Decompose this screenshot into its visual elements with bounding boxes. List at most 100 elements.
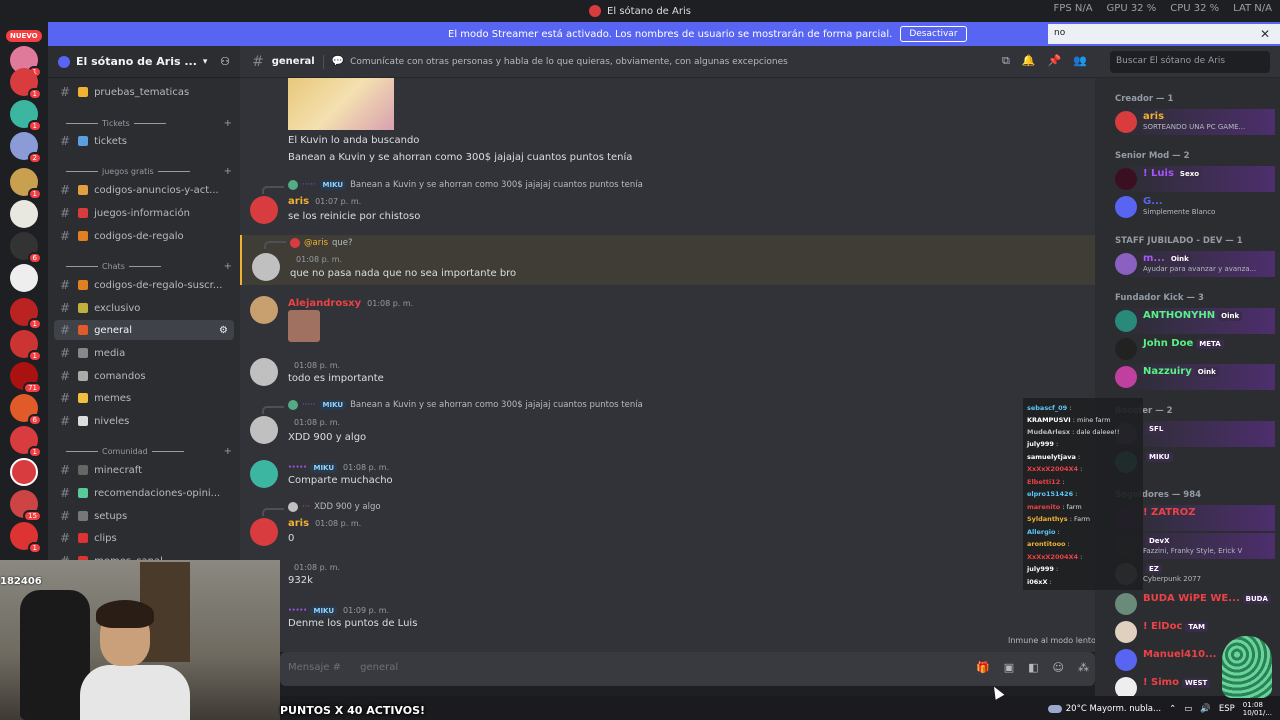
avatar[interactable] bbox=[250, 518, 278, 546]
message-author[interactable]: ····· MIKU 01:08 p. m. bbox=[288, 462, 389, 473]
invite-icon[interactable]: ⚇ bbox=[220, 55, 230, 68]
overlay-input[interactable]: no bbox=[1048, 24, 1280, 44]
volume-icon[interactable]: 🔊 bbox=[1200, 704, 1211, 714]
server-icon[interactable]: 1 bbox=[10, 168, 42, 200]
gpu-readout: GPU 32 % bbox=[1106, 3, 1157, 14]
role-category: Senior Mod — 2 bbox=[1115, 151, 1190, 161]
language-indicator[interactable]: ESP bbox=[1219, 704, 1235, 714]
server-icon[interactable]: 6 bbox=[10, 394, 42, 426]
window-title: El sótano de Aris bbox=[607, 5, 691, 17]
member-item[interactable]: m... Oink Ayudar para avanzar y avanza... bbox=[1115, 251, 1275, 277]
avatar[interactable] bbox=[250, 196, 278, 224]
image-attachment[interactable] bbox=[288, 78, 394, 130]
message-reply[interactable]: @aris que? bbox=[290, 238, 353, 248]
members-icon[interactable]: 👥 bbox=[1073, 54, 1087, 68]
server-icon[interactable]: 1 bbox=[10, 298, 42, 330]
channel-item-clips[interactable]: # clips bbox=[54, 528, 234, 548]
server-icon[interactable]: 71 bbox=[10, 362, 42, 394]
clock[interactable]: 01:08 10/01/... bbox=[1243, 701, 1272, 717]
avatar[interactable] bbox=[252, 253, 280, 281]
weather-widget[interactable]: 20°C Mayorm. nubla... bbox=[1047, 704, 1161, 714]
category-comunidad[interactable]: Comunidad + bbox=[62, 444, 232, 458]
message-author[interactable]: 01:08 p. m. bbox=[288, 562, 340, 573]
image-attachment[interactable] bbox=[288, 310, 320, 342]
close-icon[interactable]: ✕ bbox=[1260, 27, 1270, 41]
server-icon[interactable]: 1 bbox=[10, 330, 42, 362]
channel-header: # general 💬 Comunícate con otras persona… bbox=[240, 46, 1280, 78]
channel-item-recomendaciones[interactable]: # recomendaciones-opini... bbox=[54, 483, 234, 503]
server-icon-active[interactable] bbox=[10, 458, 38, 486]
channel-item-tickets[interactable]: # tickets bbox=[54, 131, 234, 151]
server-icon[interactable]: 15 bbox=[10, 490, 42, 522]
message-author[interactable]: 01:08 p. m. bbox=[288, 417, 340, 428]
server-icon[interactable]: 1 bbox=[10, 426, 42, 458]
chevron-down-icon[interactable]: ▾ bbox=[203, 57, 208, 67]
channel-item-codigos-suscr[interactable]: # codigos-de-regalo-suscr... bbox=[54, 275, 234, 295]
message-author[interactable]: 01:08 p. m. bbox=[288, 360, 340, 371]
member-item[interactable]: BUDA WiPE WE... BUDA bbox=[1115, 591, 1275, 617]
channel-item-pruebas[interactable]: # pruebas_tematicas bbox=[54, 82, 234, 102]
server-header[interactable]: El sótano de Aris ... ▾ ⚇ bbox=[48, 46, 240, 78]
channel-item-memes[interactable]: # memes bbox=[54, 388, 234, 408]
server-icon[interactable] bbox=[10, 200, 38, 228]
sticker-icon[interactable]: ◧ bbox=[1028, 661, 1038, 674]
message-reply[interactable]: ··· XDD 900 y algo bbox=[288, 502, 381, 512]
threads-icon[interactable]: ⧉ bbox=[1002, 54, 1010, 68]
channel-item-setups[interactable]: # setups bbox=[54, 506, 234, 526]
channel-item-exclusivo[interactable]: # exclusivo bbox=[54, 298, 234, 318]
gift-icon[interactable]: 🎁 bbox=[976, 661, 990, 674]
avatar[interactable] bbox=[250, 416, 278, 444]
deactivate-streamer-button[interactable]: Desactivar bbox=[900, 26, 967, 42]
role-category: Creador — 1 bbox=[1115, 94, 1174, 104]
channel-item-media[interactable]: # media bbox=[54, 343, 234, 363]
message-input[interactable]: Mensaje # general 🎁 ▣ ◧ ☺ ⁂ bbox=[280, 652, 1095, 686]
emoji-icon[interactable]: ☺ bbox=[1053, 661, 1064, 674]
server-icon[interactable]: 2 bbox=[10, 132, 42, 164]
message-reply[interactable]: ····· MIKU Banean a Kuvin y se ahorran com… bbox=[288, 400, 643, 410]
member-item[interactable]: G... Simplemente Blanco bbox=[1115, 194, 1275, 220]
category-juegos[interactable]: juegos gratis + bbox=[62, 164, 232, 178]
message-author[interactable]: Alejandrosxy 01:08 p. m. bbox=[288, 298, 413, 309]
message-author[interactable]: aris 01:07 p. m. bbox=[288, 196, 361, 207]
avatar[interactable] bbox=[250, 460, 278, 488]
member-item[interactable]: ANTHONYHN Oink bbox=[1115, 308, 1275, 334]
member-item[interactable]: John Doe META bbox=[1115, 336, 1275, 362]
pin-icon[interactable]: 📌 bbox=[1048, 54, 1062, 68]
search-input[interactable]: Buscar El sótano de Aris bbox=[1110, 51, 1270, 73]
topic-icon: 💬 bbox=[331, 56, 345, 67]
avatar[interactable] bbox=[250, 358, 278, 386]
channel-item-niveles[interactable]: # niveles bbox=[54, 411, 234, 431]
server-icon[interactable]: 1 bbox=[10, 68, 42, 100]
message-text: XDD 900 y algo bbox=[288, 432, 367, 443]
network-icon[interactable]: ▭ bbox=[1184, 704, 1192, 714]
gif-icon[interactable]: ▣ bbox=[1004, 661, 1014, 674]
channel-item-codigos-regalo[interactable]: # codigos-de-regalo bbox=[54, 226, 234, 246]
message-reply[interactable]: ····· MIKU Banean a Kuvin y se ahorran com… bbox=[288, 180, 643, 190]
channel-item-comandos[interactable]: # comandos bbox=[54, 366, 234, 386]
channel-item-minecraft[interactable]: # minecraft bbox=[54, 460, 234, 480]
avatar[interactable] bbox=[250, 296, 278, 324]
chevron-up-icon[interactable]: ⌃ bbox=[1169, 704, 1176, 714]
message-author[interactable]: aris 01:08 p. m. bbox=[288, 518, 361, 529]
member-item[interactable]: aris SORTEANDO UNA PC GAME... bbox=[1115, 109, 1275, 135]
message-author[interactable]: ····· MIKU 01:09 p. m. bbox=[288, 605, 389, 616]
category-chats[interactable]: Chats + bbox=[62, 259, 232, 273]
chat-line: sebascf_09 : bbox=[1027, 404, 1072, 412]
apps-icon[interactable]: ⁂ bbox=[1078, 661, 1089, 674]
channel-item-juegos-info[interactable]: # juegos-información bbox=[54, 203, 234, 223]
cpu-readout: CPU 32 % bbox=[1170, 3, 1220, 14]
category-tickets[interactable]: Tickets + bbox=[62, 116, 232, 130]
channel-item-general[interactable]: # general ⚙ bbox=[54, 320, 234, 340]
server-icon[interactable]: 1 bbox=[10, 522, 42, 554]
settings-gear-icon[interactable]: ⚙ bbox=[219, 325, 228, 336]
message-author[interactable]: 01:08 p. m. bbox=[290, 254, 342, 265]
message-item: ····· MIKU 01:09 p. m. Denme los puntos d… bbox=[240, 605, 1095, 635]
channel-item-codigos-anuncios[interactable]: # codigos-anuncios-y-act... bbox=[54, 180, 234, 200]
server-icon[interactable]: 1 bbox=[10, 100, 42, 132]
server-icon[interactable]: 6 bbox=[10, 232, 42, 264]
server-icon[interactable] bbox=[10, 264, 38, 292]
member-item[interactable]: Nazzuiry Oink bbox=[1115, 364, 1275, 390]
bell-icon[interactable]: 🔔 bbox=[1022, 54, 1036, 68]
chat-line: Elbetti12 : bbox=[1027, 478, 1065, 486]
member-item[interactable]: ! Luis Sexo bbox=[1115, 166, 1275, 192]
